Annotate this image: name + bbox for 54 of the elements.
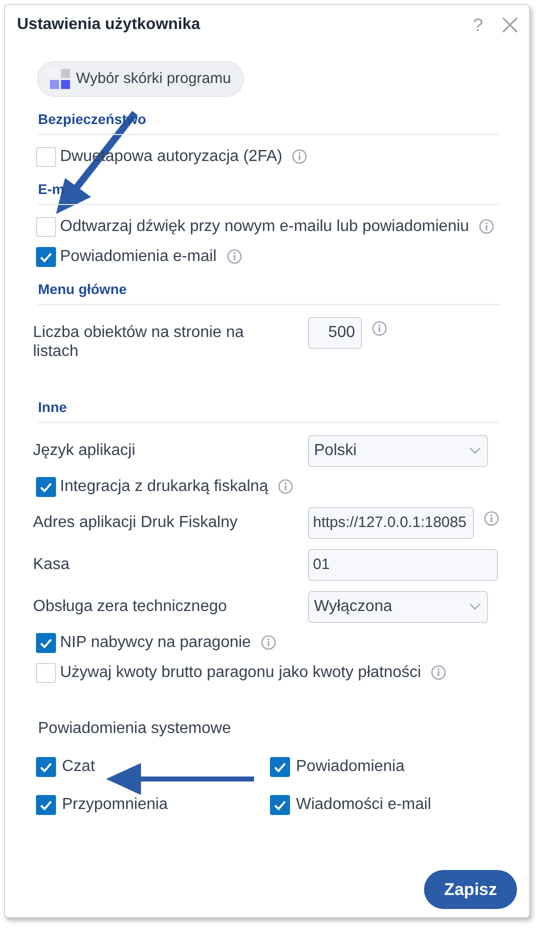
group-label: Powiadomienia systemowe (38, 719, 232, 739)
info-icon[interactable] (260, 635, 276, 650)
info-icon[interactable] (292, 149, 308, 164)
field-label: Adres aplikacji Druk Fiskalny (33, 513, 239, 532)
checkbox-label: Odtwarzaj dźwięk przy nowym e-mailu lub powiadomieniu (60, 217, 470, 237)
checkmark-icon (39, 760, 53, 774)
checkbox[interactable] (36, 757, 56, 777)
info-icon[interactable] (372, 321, 387, 336)
window-title: Ustawienia użytkownika (17, 15, 200, 35)
checkbox-label: NIP nabywcy na paragonie (60, 633, 251, 653)
checkmark-icon (39, 480, 53, 494)
checkmark-icon (39, 636, 53, 650)
field-label: Kasa (33, 555, 70, 574)
info-icon[interactable] (226, 249, 242, 264)
dropdown[interactable]: Wyłączona (308, 591, 488, 623)
info-icon[interactable] (431, 665, 446, 680)
text-field[interactable]: 01 (308, 549, 498, 581)
checkbox[interactable] (270, 795, 290, 815)
checkbox-label: Integracja z drukarką fiskalną (60, 477, 268, 497)
checkbox[interactable] (36, 247, 56, 267)
checkbox-label: Powiadomienia e-mail (60, 247, 217, 267)
checkbox[interactable] (36, 663, 56, 683)
info-icon[interactable] (278, 479, 294, 494)
chevron-down-icon (469, 603, 481, 611)
checkmark-icon (273, 798, 287, 812)
field-label: Obsługa zera technicznego (33, 597, 228, 616)
checkmark-icon (39, 798, 53, 812)
skin-button[interactable]: Wybór skórki programu (37, 61, 244, 97)
checkbox[interactable] (36, 795, 56, 815)
field-label: Liczba obiektów na stronie na listach (33, 323, 245, 361)
checkbox-label: Przypomnienia (62, 795, 168, 815)
checkbox-label: Powiadomienia (296, 757, 405, 777)
checkbox-label: Czat (62, 757, 95, 777)
checkbox[interactable] (270, 757, 290, 777)
checkbox[interactable] (36, 633, 56, 653)
checkbox[interactable] (36, 147, 56, 167)
info-icon[interactable] (479, 219, 494, 234)
checkbox-label: Wiadomości e-mail (296, 795, 432, 815)
checkbox[interactable] (36, 217, 56, 237)
dropdown[interactable]: Polski (308, 435, 488, 467)
checkmark-icon (273, 760, 287, 774)
chevron-down-icon (469, 447, 481, 455)
number-field[interactable]: 500 (308, 317, 362, 349)
checkbox-label: Używaj kwoty brutto paragonu jako kwoty płatności (60, 663, 422, 683)
section-heading: Inne (38, 397, 499, 423)
close-button[interactable] (501, 16, 519, 34)
save-button[interactable]: Zapisz (424, 870, 517, 909)
info-icon[interactable] (484, 511, 499, 526)
squares-icon (50, 69, 70, 89)
checkmark-icon (39, 250, 53, 264)
field-label: Język aplikacji (33, 441, 136, 460)
text-field[interactable]: https://127.0.0.1:18085 (308, 507, 474, 539)
checkbox[interactable] (36, 477, 56, 497)
section-heading: Menu główne (38, 279, 499, 305)
